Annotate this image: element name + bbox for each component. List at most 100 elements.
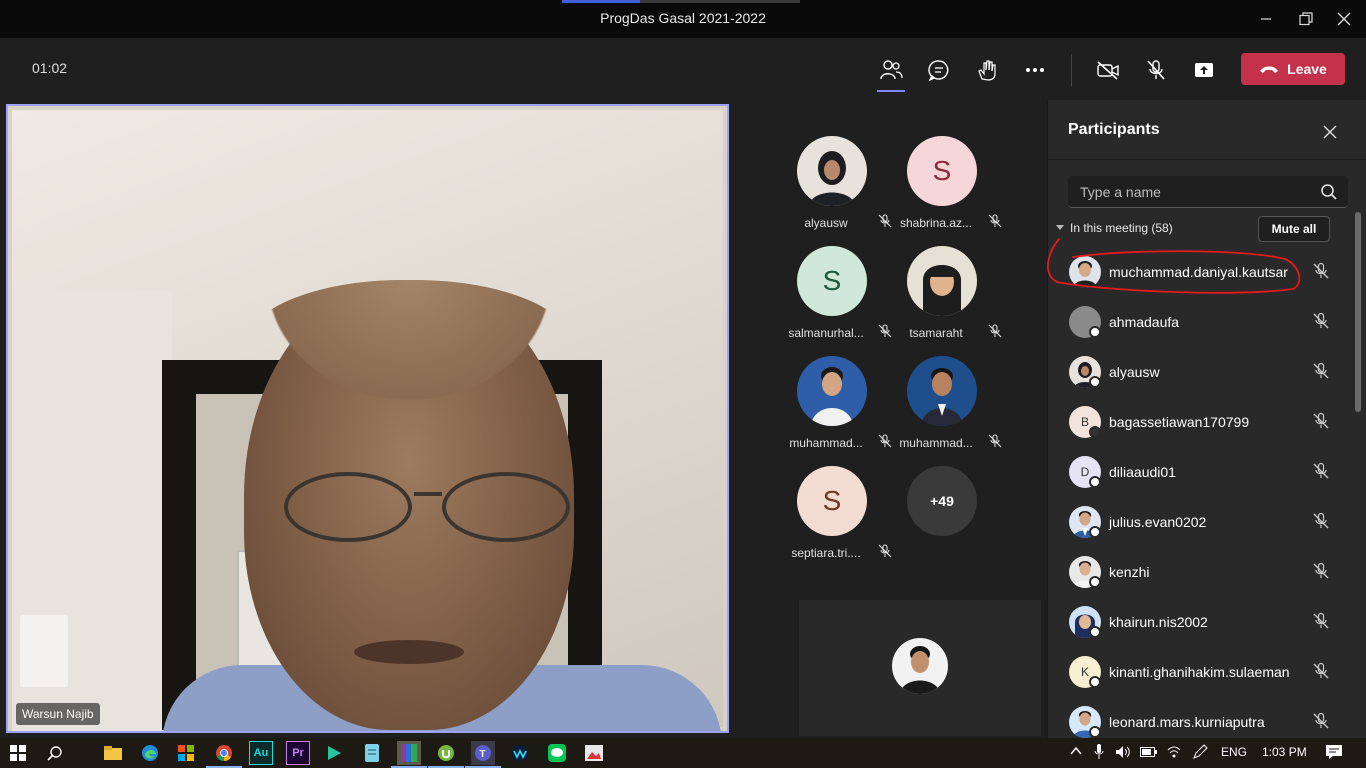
participant-name: julius.evan0202 <box>1109 514 1207 530</box>
more-icon <box>1026 68 1044 72</box>
audition-icon[interactable]: Au <box>249 741 273 765</box>
mic-toggle-button[interactable] <box>1140 54 1172 86</box>
participant-row[interactable]: K kinanti.ghanihakim.sulaeman <box>1048 646 1353 696</box>
mic-off-icon[interactable] <box>1312 462 1330 480</box>
clock[interactable]: 1:03 PM <box>1262 745 1307 759</box>
utorrent-icon[interactable] <box>428 741 464 768</box>
panel-title: Participants <box>1068 121 1160 138</box>
close-icon <box>1337 12 1351 26</box>
meeting-toolbar: 01:02 Leave <box>0 38 1366 100</box>
battery-icon[interactable] <box>1140 746 1158 761</box>
video-frame <box>12 110 723 731</box>
gallery-tile[interactable]: S salmanurhal... <box>776 246 892 356</box>
participant-row[interactable]: D diliaaudi01 <box>1048 446 1353 496</box>
self-view[interactable] <box>799 600 1041 736</box>
gallery-tile[interactable]: muhammad... <box>886 356 1002 466</box>
mic-off-icon[interactable] <box>1312 412 1330 430</box>
reactions-button[interactable] <box>971 54 1003 86</box>
close-window-button[interactable] <box>1329 6 1359 32</box>
tray-mic-icon[interactable] <box>1094 744 1104 763</box>
gallery-tile-name: tsamaraht <box>909 326 963 340</box>
file-explorer-icon[interactable] <box>101 741 125 765</box>
participant-gallery: alyausw S shabrina.az... S salmanurhal..… <box>760 100 1041 740</box>
mic-off-icon[interactable] <box>1312 312 1330 330</box>
mic-off-icon[interactable] <box>1312 262 1330 280</box>
leave-label: Leave <box>1287 61 1327 77</box>
participant-row[interactable]: julius.evan0202 <box>1048 496 1353 546</box>
section-label: In this meeting (58) <box>1070 221 1173 235</box>
store-icon[interactable] <box>174 741 198 765</box>
participant-name: kinanti.ghanihakim.sulaeman <box>1109 664 1290 680</box>
participant-row[interactable]: ahmadaufa <box>1048 296 1353 346</box>
participant-row[interactable]: kenzhi <box>1048 546 1353 596</box>
speaker-glasses-right <box>442 472 570 542</box>
leave-button[interactable]: Leave <box>1241 53 1345 85</box>
window-accent-strip-secondary <box>640 0 800 3</box>
pen-icon[interactable] <box>1192 744 1208 763</box>
avatar: S <box>907 136 977 206</box>
edge-browser-icon[interactable] <box>138 741 162 765</box>
presence-indicator <box>1089 376 1101 388</box>
hang-up-icon <box>1260 66 1279 73</box>
restore-button[interactable] <box>1291 6 1321 32</box>
windows-logo-icon <box>10 745 26 761</box>
avatar <box>797 136 867 206</box>
language-indicator[interactable]: ENG <box>1221 745 1247 759</box>
photo-app-icon[interactable] <box>582 741 606 765</box>
gallery-tile[interactable]: alyausw <box>776 136 892 246</box>
start-button[interactable] <box>6 741 30 765</box>
panel-divider <box>1048 159 1366 160</box>
line-icon[interactable] <box>545 741 569 765</box>
speaker-glasses-bridge <box>414 492 442 496</box>
share-icon <box>1195 63 1213 77</box>
mic-off-icon[interactable] <box>1312 362 1330 380</box>
webex-icon[interactable] <box>508 741 532 765</box>
winrar-icon[interactable] <box>391 741 427 768</box>
search-input[interactable] <box>1068 176 1318 208</box>
speaker-video[interactable]: Warsun Najib <box>6 104 729 733</box>
toolbar-divider <box>1071 54 1072 86</box>
avatar <box>907 356 977 426</box>
minimize-button[interactable] <box>1251 6 1281 32</box>
avatar <box>797 356 867 426</box>
more-participants-tile[interactable]: +49 <box>886 466 996 576</box>
more-actions-button[interactable] <box>1019 54 1051 86</box>
gallery-tile[interactable]: S septiara.tri.... <box>776 466 892 576</box>
presence-indicator <box>1089 326 1101 338</box>
participant-list: muchammad.daniyal.kautsar ahmadaufa alya… <box>1048 246 1353 746</box>
mic-off-icon[interactable] <box>1312 712 1330 730</box>
mic-off-icon[interactable] <box>1312 512 1330 530</box>
search-taskbar-button[interactable] <box>43 741 67 765</box>
share-screen-button[interactable] <box>1188 54 1220 86</box>
participants-toggle-button[interactable] <box>875 54 907 92</box>
participants-scrollbar[interactable] <box>1355 212 1361 412</box>
media-player-icon[interactable] <box>322 741 346 765</box>
tray-overflow-chevron[interactable] <box>1070 745 1082 759</box>
annotation-circle <box>1047 238 1301 294</box>
gallery-tile[interactable]: S shabrina.az... <box>886 136 1002 246</box>
premiere-icon[interactable]: Pr <box>286 741 310 765</box>
wifi-icon[interactable] <box>1166 744 1182 763</box>
notepad-icon[interactable] <box>360 741 384 765</box>
camera-toggle-button[interactable] <box>1092 54 1124 86</box>
notification-center-icon[interactable] <box>1325 744 1343 763</box>
gallery-tile-name: salmanurhal... <box>788 326 864 340</box>
gallery-tile[interactable]: tsamaraht <box>886 246 1002 356</box>
close-panel-button[interactable] <box>1318 120 1342 144</box>
section-header[interactable]: In this meeting (58) <box>1056 221 1173 235</box>
participant-row[interactable]: khairun.nis2002 <box>1048 596 1353 646</box>
teams-icon[interactable]: T <box>465 741 501 768</box>
speaker-icon[interactable] <box>1115 744 1131 763</box>
participant-row[interactable]: alyausw <box>1048 346 1353 396</box>
avatar-photo <box>921 368 963 426</box>
gallery-tile-name: septiara.tri.... <box>791 546 861 560</box>
mic-off-icon[interactable] <box>1312 562 1330 580</box>
mic-off-icon[interactable] <box>1312 612 1330 630</box>
participant-row[interactable]: B bagassetiawan170799 <box>1048 396 1353 446</box>
chrome-icon[interactable] <box>206 741 242 768</box>
search-icon[interactable] <box>1320 183 1338 201</box>
chat-button[interactable] <box>923 54 955 86</box>
gallery-tile[interactable]: muhammad... <box>776 356 892 466</box>
mic-off-icon[interactable] <box>1312 662 1330 680</box>
presence-indicator <box>1089 476 1101 488</box>
